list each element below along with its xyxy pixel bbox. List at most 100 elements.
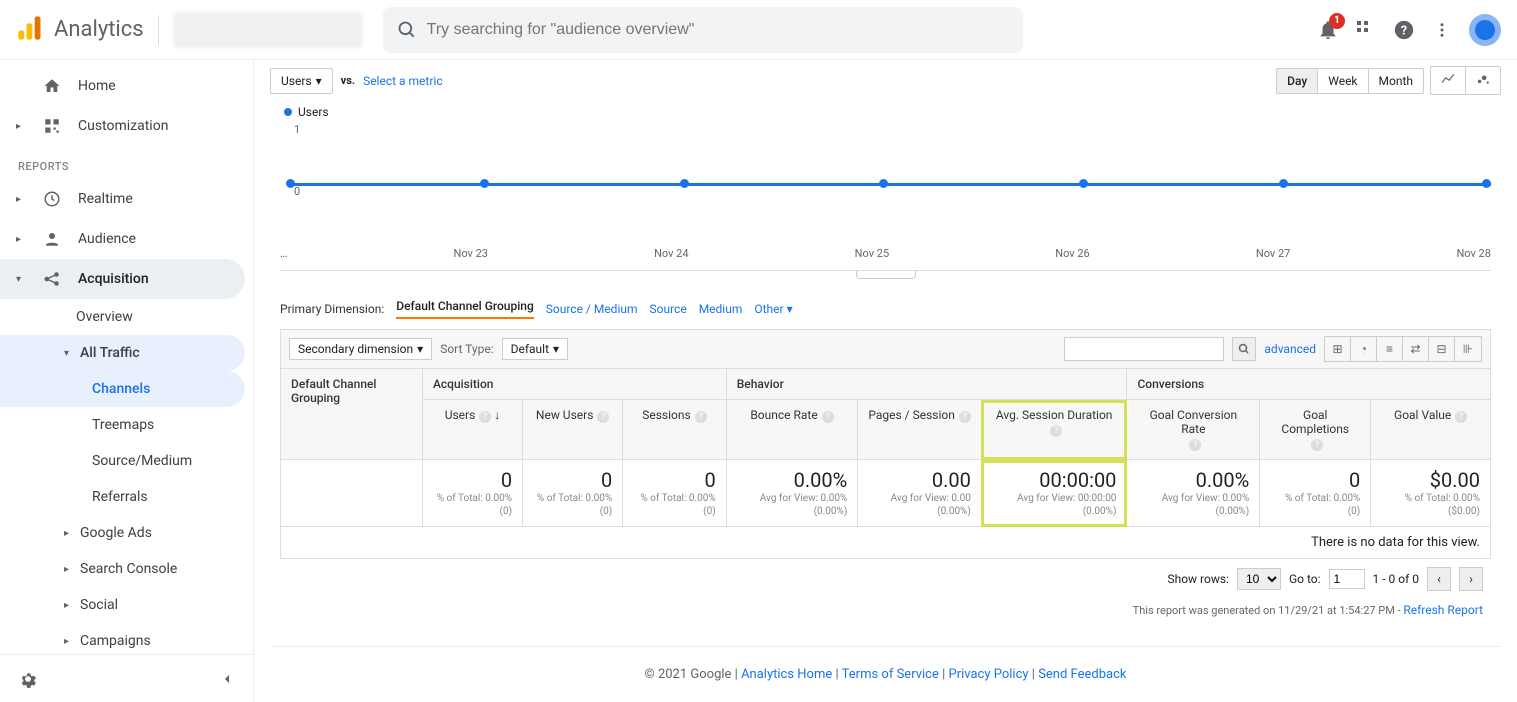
- pd-link-sm[interactable]: Source / Medium: [546, 302, 638, 316]
- x-axis: …Nov 23Nov 24Nov 25Nov 26Nov 27Nov 28: [280, 243, 1491, 271]
- col-pps[interactable]: Pages / Session?: [858, 400, 982, 460]
- line-chart[interactable]: 1 0: [280, 123, 1491, 243]
- col-new-users[interactable]: New Users?: [523, 400, 623, 460]
- col-asd[interactable]: Avg. Session Duration?: [981, 400, 1127, 460]
- sidebar-item-source-medium[interactable]: Source/Medium: [0, 443, 245, 479]
- colgroup-conversions: Conversions: [1127, 369, 1491, 400]
- chart-legend: Users: [284, 105, 1501, 119]
- advanced-link[interactable]: advanced: [1264, 342, 1316, 356]
- granularity-day[interactable]: Day: [1277, 69, 1318, 93]
- sort-type-select[interactable]: Default ▾: [502, 338, 568, 360]
- view-pie-icon[interactable]: ◔: [1351, 337, 1377, 361]
- pd-link-medium[interactable]: Medium: [699, 302, 743, 316]
- top-bar: Analytics 1 ?: [0, 0, 1517, 60]
- page-range: 1 - 0 of 0: [1373, 572, 1419, 586]
- data-table: Default Channel Grouping Acquisition Beh…: [280, 368, 1491, 559]
- sidebar-item-referrals[interactable]: Referrals: [0, 479, 245, 515]
- sidebar-label: Customization: [78, 118, 168, 134]
- dashboard-icon: [42, 117, 62, 135]
- secondary-dimension-select[interactable]: Secondary dimension ▾: [289, 338, 432, 360]
- sort-desc-icon: ↓: [494, 408, 500, 422]
- goto-input[interactable]: [1329, 569, 1365, 589]
- pagination: Show rows: 10 Go to: 1 - 0 of 0 ‹ ›: [270, 559, 1501, 599]
- view-bar-icon[interactable]: ≡: [1377, 337, 1403, 361]
- view-table-icon[interactable]: ⊞: [1325, 337, 1351, 361]
- divider: [158, 15, 159, 45]
- search-icon: [397, 20, 417, 40]
- chart-type-line-icon[interactable]: [1431, 67, 1466, 94]
- account-avatar[interactable]: [1469, 14, 1501, 46]
- sidebar-item-treemaps[interactable]: Treemaps: [0, 407, 245, 443]
- view-compare-icon[interactable]: ⇄: [1403, 337, 1429, 361]
- sidebar-item-customization[interactable]: ▸ Customization: [0, 106, 253, 146]
- colgroup-behavior: Behavior: [726, 369, 1127, 400]
- view-pivot-icon[interactable]: ⊟: [1429, 337, 1455, 361]
- gear-icon[interactable]: [18, 669, 38, 689]
- search-box[interactable]: [383, 7, 1023, 53]
- property-selector[interactable]: [173, 12, 363, 48]
- footer-link-feedback[interactable]: Send Feedback: [1038, 667, 1126, 682]
- footer-link-home[interactable]: Analytics Home: [741, 667, 832, 682]
- table-search-input[interactable]: [1064, 337, 1224, 361]
- page-footer: © 2021 Google | Analytics Home | Terms o…: [270, 646, 1501, 702]
- help-icon[interactable]: ?: [1393, 19, 1415, 41]
- sidebar-item-channels[interactable]: Channels: [0, 371, 245, 407]
- view-cloud-icon[interactable]: ⊪: [1455, 337, 1481, 361]
- table-search-button[interactable]: [1232, 337, 1256, 361]
- metric-selector[interactable]: Users ▾: [270, 68, 333, 94]
- next-page-button[interactable]: ›: [1459, 567, 1483, 591]
- pd-link-source[interactable]: Source: [650, 302, 687, 316]
- person-icon: [42, 230, 62, 248]
- col-gcomp[interactable]: Goal Completions?: [1260, 400, 1371, 460]
- sidebar-item-google-ads[interactable]: ▸Google Ads: [0, 515, 245, 551]
- sidebar-item-home[interactable]: Home: [0, 66, 253, 106]
- sidebar-item-audience[interactable]: ▸ Audience: [0, 219, 253, 259]
- rows-select[interactable]: 10: [1237, 568, 1281, 590]
- sidebar-label: Realtime: [78, 191, 133, 207]
- col-dcg[interactable]: Default Channel Grouping: [281, 369, 423, 460]
- sidebar-item-realtime[interactable]: ▸ Realtime: [0, 179, 253, 219]
- col-gcr[interactable]: Goal Conversion Rate?: [1127, 400, 1260, 460]
- apps-icon[interactable]: [1357, 21, 1375, 39]
- col-gval[interactable]: Goal Value?: [1371, 400, 1491, 460]
- colgroup-acquisition: Acquisition: [422, 369, 726, 400]
- more-icon[interactable]: [1433, 21, 1451, 39]
- footer-link-privacy[interactable]: Privacy Policy: [949, 667, 1029, 682]
- svg-text:?: ?: [1401, 23, 1407, 38]
- pd-active[interactable]: Default Channel Grouping: [396, 299, 534, 319]
- sidebar-section-reports: REPORTS: [0, 146, 253, 179]
- search-input[interactable]: [427, 21, 1009, 39]
- notifications-button[interactable]: 1: [1317, 19, 1339, 41]
- col-users[interactable]: Users? ↓: [422, 400, 522, 460]
- granularity-month[interactable]: Month: [1369, 69, 1423, 93]
- sidebar-item-campaigns[interactable]: ▸Campaigns: [0, 623, 245, 654]
- chart-type-motion-icon[interactable]: [1466, 67, 1500, 94]
- table-toolbar: Secondary dimension ▾ Sort Type: Default…: [280, 329, 1491, 368]
- sidebar-label: Acquisition: [78, 271, 149, 287]
- legend-dot-icon: [284, 108, 292, 116]
- footer-link-tos[interactable]: Terms of Service: [842, 667, 939, 682]
- granularity-week[interactable]: Week: [1318, 69, 1368, 93]
- refresh-report-link[interactable]: Refresh Report: [1403, 603, 1483, 617]
- main-content: Users ▾ vs. Select a metric Day Week Mon…: [254, 60, 1517, 702]
- sidebar-item-all-traffic[interactable]: ▾All Traffic: [0, 335, 245, 371]
- sidebar-label: Audience: [78, 231, 136, 247]
- pd-link-other[interactable]: Other ▾: [754, 302, 792, 316]
- prev-page-button[interactable]: ‹: [1427, 567, 1451, 591]
- collapse-sidebar-icon[interactable]: [219, 671, 235, 687]
- chart-collapse-handle[interactable]: [856, 271, 916, 279]
- col-sessions[interactable]: Sessions?: [623, 400, 726, 460]
- app-logo[interactable]: Analytics: [16, 14, 144, 46]
- sidebar-item-social[interactable]: ▸Social: [0, 587, 245, 623]
- sidebar: Home ▸ Customization REPORTS ▸ Realtime …: [0, 60, 254, 702]
- select-metric-link[interactable]: Select a metric: [363, 74, 443, 88]
- clock-icon: [42, 190, 62, 208]
- sidebar-item-search-console[interactable]: ▸Search Console: [0, 551, 245, 587]
- col-bounce[interactable]: Bounce Rate?: [726, 400, 858, 460]
- sidebar-item-acq-overview[interactable]: Overview: [0, 299, 245, 335]
- sidebar-item-acquisition[interactable]: ▾ Acquisition: [0, 259, 245, 299]
- sidebar-label: Home: [78, 78, 116, 94]
- view-mode-strip: ⊞ ◔ ≡ ⇄ ⊟ ⊪: [1324, 336, 1482, 362]
- home-icon: [42, 77, 62, 95]
- analytics-logo-icon: [16, 14, 44, 46]
